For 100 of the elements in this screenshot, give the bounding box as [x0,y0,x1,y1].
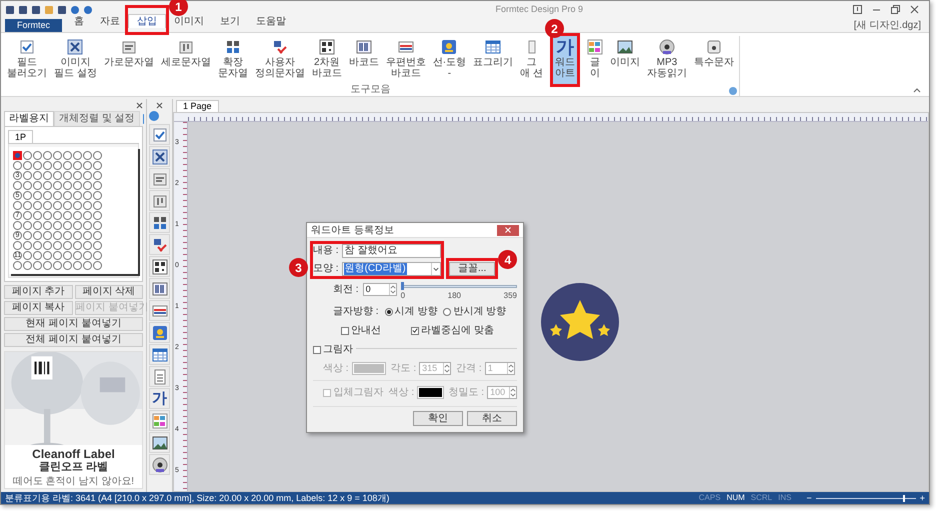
close-button[interactable] [497,224,519,236]
page-button[interactable]: 페이지 추가 [4,285,72,299]
tool-button[interactable] [149,212,170,233]
tool-button[interactable] [149,432,170,453]
dropdown-field[interactable]: 원형(CD라벨) [342,262,441,276]
spin-arrows-icon[interactable] [388,284,396,295]
ribbon-button[interactable]: 표그리기 [471,36,516,84]
close-icon[interactable] [910,5,919,14]
color-swatch [354,364,384,373]
slider-track[interactable] [400,285,517,288]
ribbon-button[interactable]: 글 이 [584,36,605,84]
tick-label: 0 [400,291,406,300]
checkbox-icon [19,39,35,55]
tool-button[interactable] [149,146,170,167]
ribbon-button[interactable]: 이미지 필드 설정 [52,36,99,84]
restore-icon[interactable] [891,5,900,14]
image-frame-icon [67,39,84,55]
ribbon-button[interactable]: 가 워드 아트 [552,36,577,84]
color-dropdown[interactable] [417,386,444,399]
close-icon[interactable] [136,102,143,108]
ok-button[interactable]: 확인 [413,411,463,426]
ribbon-button[interactable]: 선·도형 - [430,36,468,84]
vertical-lines-icon [178,39,194,55]
field-label: 간격 : [456,362,482,376]
page-tab[interactable]: 1P [8,130,34,143]
ribbon-tab[interactable]: 자료 [92,14,128,28]
ribbon-button[interactable]: 확장 문자열 [216,36,250,84]
ribbon-button[interactable]: 특수문자 [692,36,736,84]
checkmark-icon [412,327,418,334]
ribbon-button[interactable]: 우편번호 바코드 [384,36,428,84]
tool-button[interactable] [149,366,170,387]
tool-button[interactable] [149,278,170,299]
field-label: 색상 : [323,362,349,376]
tool-button[interactable] [149,454,170,475]
group-label: 그림자 [323,343,353,357]
zoom-thumb[interactable] [902,494,905,502]
group-label: 도구모음 [350,84,390,95]
zoom-in-button[interactable]: + [920,493,925,503]
checkbox-label: 라벨중심에 맞춤 [421,324,494,338]
table-icon [152,346,168,362]
ribbon-button[interactable]: 바코드 [346,36,381,84]
app-menu-tab[interactable]: Formtec [5,19,62,32]
landscape-icon [616,39,633,55]
color-image-icon [586,39,603,55]
ribbon-tab[interactable]: 보기 [212,14,248,28]
ribbon-button[interactable]: 세로문자열 [158,36,213,84]
ribbon-button[interactable]: 가로문자열 [102,36,156,84]
font-button[interactable]: 글꼴... [449,262,496,276]
landscape-icon [152,434,168,450]
dialog-launcher-icon[interactable] [728,87,737,95]
page-tab[interactable]: 1 Page [176,100,219,112]
page-button[interactable]: 현재 페이지 붙여넣기 [4,317,143,331]
radio-button[interactable] [443,308,452,316]
panel-tab[interactable]: 라벨용지 [4,111,54,126]
text-grid-icon [152,214,168,230]
checkbox[interactable] [411,326,419,334]
qr-code-icon [318,39,335,55]
tool-button[interactable] [149,190,170,211]
tool-button[interactable] [149,256,170,277]
window-title: Formtec Design Pro 9 [495,2,583,16]
page-button[interactable]: 전체 페이지 붙여넣기 [4,333,143,347]
close-icon[interactable] [156,102,163,108]
key-indicator: INS [777,493,792,503]
step-number-badge: 4 [498,250,518,269]
text-field[interactable]: 참 잘했어요 [342,244,441,258]
field-label: 내용 : [313,245,339,257]
tool-button[interactable] [149,300,170,321]
ribbon-button[interactable]: 2차원 바코드 [310,36,344,84]
ribbon-button[interactable]: 이미지 [608,36,642,84]
collapse-icon[interactable] [913,87,921,93]
field-label: 회전 : [333,283,359,296]
page-button[interactable]: 페이지 삭제 [74,285,143,299]
zoom-out-button[interactable]: − [806,493,812,503]
slider-thumb[interactable] [400,282,404,290]
help-icon[interactable] [853,5,862,14]
number-field[interactable]: 0 [362,283,397,296]
radio-label: 반시계 방향 [453,305,506,319]
spin-arrows-icon[interactable] [509,387,516,398]
color-swatch [419,388,442,397]
checkbox-label: 입체그림자 [334,386,384,400]
cancel-button[interactable]: 취소 [467,411,517,426]
image-frame-icon [152,148,168,164]
panel-tab[interactable]: 개체정렬 및 설정 [54,111,140,126]
page-button[interactable]: 페이지 복사 [4,301,72,315]
ribbon-tab[interactable]: 도움말 [248,14,294,28]
field-label: 색상 : [388,386,414,400]
radio-button[interactable] [384,308,393,316]
ribbon-button[interactable]: 그 애 션 [518,36,545,84]
ribbon-button[interactable]: MP3 자동읽기 [644,36,689,84]
wordart-glyph-icon: 가 [556,38,574,56]
text-lines-icon [152,170,168,186]
ribbon-tab[interactable]: 홈 [66,14,92,28]
ribbon-tab[interactable]: 이미지 [166,14,212,28]
ribbon-button[interactable]: 사용자 정의문자열 [252,36,307,84]
ribbon-tab[interactable]: 삽입 [128,14,166,28]
tool-button[interactable] [149,168,170,189]
checkbox-label: 안내선 [351,324,381,338]
ribbon-button[interactable]: 필드 불러오기 [5,36,49,84]
checkbox[interactable] [341,326,349,334]
label-marker-icon [13,151,22,160]
